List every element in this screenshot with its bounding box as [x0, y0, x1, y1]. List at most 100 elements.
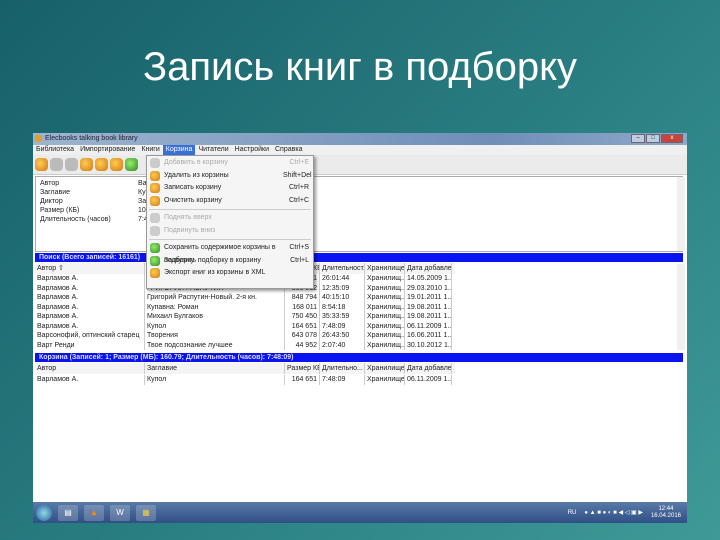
- column-header[interactable]: Дата добавлен...: [405, 263, 452, 274]
- table-row[interactable]: Варт Ренди Твое подсознание лучшее 44 952 2…: [35, 340, 680, 350]
- column-header[interactable]: Автор: [35, 363, 145, 374]
- menu-item-shortcut: Ctrl+R: [288, 184, 309, 191]
- table-row[interactable]: Варламов А. Купол 164 651 7:48:09 Хранилищ..…: [35, 321, 680, 331]
- menu-bar: Библиотека Импортирование Книги Корзина Чита…: [33, 145, 687, 155]
- menu-6[interactable]: Справка: [272, 145, 305, 155]
- menu-item[interactable]: Сохранить содержимое корзины в подборку C…: [147, 242, 313, 264]
- table-cell: 19.01.2011 1...: [407, 293, 452, 303]
- column-header[interactable]: Длительност...: [320, 263, 365, 274]
- table-cell: Григорий Распутин-Новый. 2-я кн.: [145, 293, 285, 303]
- book-info-panel: Автор Вар Заглавие Куп Диктор ЗаЧ Размер (КБ) 1…: [35, 176, 683, 252]
- menu-item[interactable]: Очистить корзину Ctrl+C: [147, 195, 313, 208]
- column-header[interactable]: Хранилище: [365, 263, 405, 274]
- table-cell: Варламов А.: [35, 375, 145, 385]
- table-row[interactable]: Варламов А.34126:01:44Хранилищ...14.05.2…: [35, 274, 680, 284]
- menu-item-label: Удалить из корзины: [164, 171, 229, 179]
- info-label: Автор: [40, 180, 60, 187]
- table-cell: Творения: [145, 331, 285, 341]
- toolbar-basket-icon[interactable]: [110, 158, 123, 171]
- table-cell: Купавна: Роман: [145, 302, 285, 312]
- table-cell: 12:35:09: [320, 283, 365, 293]
- column-header[interactable]: Заглавие: [145, 363, 285, 374]
- table-row[interactable]: Варламов А.ГРИГОРИЙ РАСПУТИН366 06212:35…: [35, 283, 680, 293]
- table-cell: 29.03.2010 1...: [407, 283, 452, 293]
- table-cell: Хранилищ...: [367, 302, 405, 312]
- toolbar-book-icon[interactable]: [35, 158, 48, 171]
- toolbar-basket-icon[interactable]: [95, 158, 108, 171]
- table-cell: 7:48:09: [320, 375, 365, 385]
- load-selection-icon: [150, 255, 160, 266]
- info-row: Длительность (часов) 7:40: [40, 215, 678, 224]
- table-row[interactable]: Варламов А. Григорий Распутин-Новый. 2-я …: [35, 293, 680, 303]
- tray-icons[interactable]: ● ▲ ■ ● ◐ ■ ◀ ◁ ▣ ▶: [584, 509, 643, 516]
- table-cell: Варт Ренди: [35, 340, 145, 350]
- toolbar-save-icon[interactable]: [125, 158, 138, 171]
- toolbar: [33, 155, 687, 175]
- menu-item-label: Поднять вверх: [164, 214, 212, 221]
- table-cell: 19.08.2011 1...: [407, 302, 452, 312]
- close-button[interactable]: x: [661, 134, 683, 143]
- table-row[interactable]: Варламов А. Купол 164 651 7:48:09 Хранилище …: [35, 375, 680, 385]
- menu-4[interactable]: Читатели: [195, 145, 231, 155]
- word-app-icon[interactable]: W: [110, 504, 130, 521]
- column-header[interactable]: Размер КБ: [285, 363, 320, 374]
- basket-add-icon: [150, 158, 160, 168]
- table-cell: Варсонофий, оптинский старец: [35, 331, 145, 341]
- menu-0[interactable]: Библиотека: [33, 145, 77, 155]
- toolbar-disabled-icon: [50, 158, 63, 171]
- menu-3[interactable]: Корзина: [162, 145, 196, 155]
- table-cell: 06.11.2009 1...: [407, 375, 452, 385]
- maximize-button[interactable]: □: [646, 134, 660, 143]
- table-cell: Хранилищ...: [367, 321, 405, 331]
- table-cell: Хранилищ...: [367, 340, 405, 350]
- table-cell: Варламов А.: [35, 274, 145, 284]
- search-results: Варламов А.34126:01:44Хранилищ...14.05.2…: [35, 274, 680, 350]
- save-app-icon[interactable]: ▤: [58, 504, 78, 521]
- menu-item-shortcut: Ctrl+L: [290, 256, 309, 264]
- table-cell: 168 011: [285, 302, 320, 312]
- start-button[interactable]: [36, 504, 52, 521]
- menu-item-label: Загрузить подборку в корзину: [164, 256, 261, 264]
- column-header[interactable]: Дата добавлен...: [405, 363, 452, 374]
- basket-header: Корзина (Записей: 1; Размер (МБ): 160.79…: [35, 353, 683, 362]
- column-header[interactable]: Автор ⇧: [35, 263, 145, 274]
- info-label: Заглавие: [40, 189, 71, 196]
- basket-column-headers: Автор Заглавие Размер КБ Длительно... Хранил…: [35, 363, 455, 374]
- table-cell: Варламов А.: [35, 302, 145, 312]
- app-icon: [35, 135, 42, 142]
- table-cell: 35:33:59: [320, 312, 365, 322]
- menu-item-label: Добавить в корзину: [164, 159, 228, 166]
- menu-item[interactable]: Записать корзину Ctrl+R: [147, 182, 313, 195]
- basket-write-icon: [150, 183, 160, 193]
- column-header[interactable]: Длительно...: [320, 363, 365, 374]
- menu-item[interactable]: Экспорт книг из корзины в XML: [147, 267, 313, 280]
- winrar-app-icon[interactable]: ▦: [136, 504, 156, 521]
- clock[interactable]: 12:44 16.04.2016: [651, 506, 681, 520]
- table-row[interactable]: Варламов А. Купавна: Роман 168 011 8:54:18 Х…: [35, 302, 680, 312]
- table-row[interactable]: Варсонофий, оптинский старец Творения 643 …: [35, 331, 680, 341]
- column-header[interactable]: Хранилище: [365, 363, 405, 374]
- info-scrollbar[interactable]: [677, 177, 685, 251]
- info-label: Размер (КБ): [40, 207, 80, 214]
- toolbar-basket-icon[interactable]: [80, 158, 93, 171]
- search-scrollbar[interactable]: [677, 264, 685, 350]
- arrow-up-icon: [150, 213, 160, 223]
- menu-item: Поднять вверх: [147, 212, 313, 225]
- minimize-button[interactable]: –: [631, 134, 645, 143]
- menu-item[interactable]: Загрузить подборку в корзину Ctrl+L: [147, 255, 313, 268]
- clock-time: 12:44: [658, 505, 674, 512]
- table-cell: 19.08.2011 1...: [407, 312, 452, 322]
- basket-dropdown-menu: Добавить в корзину Ctrl+E Удалить из корзи…: [146, 155, 314, 289]
- language-indicator[interactable]: RU: [568, 510, 577, 516]
- menu-item-shortcut: Ctrl+S: [289, 244, 309, 251]
- basket-remove-icon: [150, 170, 160, 181]
- menu-5[interactable]: Настройки: [232, 145, 272, 155]
- table-cell: Хранилище 1: [367, 375, 405, 385]
- menu-1[interactable]: Импортирование: [77, 145, 138, 155]
- basket-list: Варламов А. Купол 164 651 7:48:09 Хранилище …: [35, 375, 680, 385]
- table-row[interactable]: Варламов А. Михаил Булгаков 750 450 35:33:5…: [35, 312, 680, 322]
- table-cell: Варламов А.: [35, 321, 145, 331]
- vlc-app-icon[interactable]: ▲: [84, 504, 104, 521]
- menu-2[interactable]: Книги: [138, 145, 162, 155]
- menu-item[interactable]: Удалить из корзины Shift+Del: [147, 170, 313, 183]
